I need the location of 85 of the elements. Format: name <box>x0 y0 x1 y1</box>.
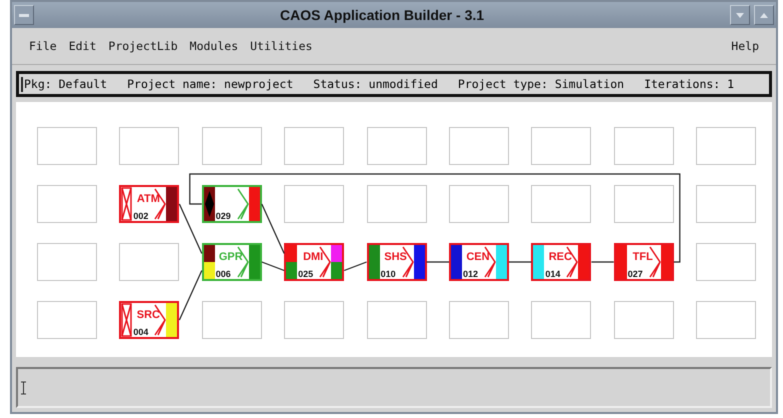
module-name: SRC <box>136 309 160 321</box>
empty-slot[interactable] <box>614 301 674 339</box>
module-number: 012 <box>462 269 478 279</box>
window-title: CAOS Application Builder - 3.1 <box>278 7 486 23</box>
module-name: CEN <box>466 251 490 263</box>
empty-slot[interactable] <box>119 243 180 281</box>
port[interactable] <box>204 187 215 221</box>
empty-slot[interactable] <box>284 127 344 165</box>
port[interactable] <box>204 245 215 262</box>
empty-slot[interactable] <box>284 301 344 339</box>
module-number: 027 <box>628 269 643 279</box>
module-block[interactable]: GPR 006 <box>202 243 262 281</box>
cross-icon <box>121 187 132 221</box>
up-triangle-icon <box>760 12 768 18</box>
empty-slot[interactable] <box>448 301 509 339</box>
module-block[interactable]: SRC 004 <box>119 301 180 339</box>
empty-slot[interactable] <box>284 185 344 223</box>
empty-slot[interactable] <box>37 243 97 281</box>
empty-slot[interactable] <box>614 127 674 165</box>
module-block[interactable]: SHS 010 <box>366 243 427 281</box>
info-text: Project name: newproject <box>127 77 294 91</box>
menu-item[interactable]: ProjectLib <box>103 37 183 55</box>
info-text: Pkg: Default <box>24 77 108 91</box>
module-name: DMI <box>302 251 324 263</box>
port[interactable] <box>660 245 672 279</box>
module-name: ATM <box>136 193 160 205</box>
cross-icon <box>121 303 132 337</box>
module-number: 004 <box>133 327 148 337</box>
empty-slot[interactable] <box>366 185 427 223</box>
empty-slot[interactable] <box>696 301 756 339</box>
empty-slot[interactable] <box>696 243 756 281</box>
module-name: GPR <box>218 251 243 263</box>
port[interactable] <box>166 303 178 337</box>
module-number: 002 <box>133 211 148 221</box>
maximize-button[interactable] <box>754 5 774 25</box>
empty-slot[interactable] <box>366 301 427 339</box>
module-number: 029 <box>216 211 231 221</box>
port[interactable] <box>248 187 260 221</box>
empty-slot[interactable] <box>531 127 592 165</box>
module-number: 006 <box>216 269 231 279</box>
port[interactable] <box>248 245 260 279</box>
port[interactable] <box>286 262 298 279</box>
port[interactable] <box>414 245 425 279</box>
connector-line <box>178 270 202 320</box>
bar-icon <box>19 14 29 16</box>
text-cursor <box>21 76 23 92</box>
empty-slot[interactable] <box>37 127 97 165</box>
chevron-icon <box>236 187 249 221</box>
module-number: 025 <box>298 269 314 279</box>
empty-slot[interactable] <box>448 185 509 223</box>
window-menu-button[interactable] <box>14 5 34 25</box>
module-name: TFL <box>632 251 654 263</box>
text-cursor-icon <box>21 380 26 394</box>
empty-slot[interactable] <box>119 127 180 165</box>
module-block[interactable]: ATM 002 <box>119 185 180 223</box>
module-name: SHS <box>384 251 408 263</box>
menu-item[interactable]: Edit <box>64 37 102 55</box>
menu-item[interactable]: Utilities <box>245 37 318 55</box>
module-block[interactable]: DMI 025 <box>284 243 344 281</box>
module-block[interactable]: TFL 027 <box>614 243 674 281</box>
empty-slot[interactable] <box>37 185 97 223</box>
module-number: 014 <box>545 269 560 279</box>
empty-slot[interactable] <box>696 185 756 223</box>
empty-slot[interactable] <box>696 127 756 165</box>
empty-slot[interactable] <box>202 127 262 165</box>
menu-item[interactable]: File <box>24 37 62 55</box>
module-number: 010 <box>380 269 396 279</box>
info-text: Project type: Simulation <box>458 77 624 91</box>
module-name: REC <box>548 251 572 263</box>
empty-slot[interactable] <box>614 185 674 223</box>
minimize-button[interactable] <box>730 5 750 25</box>
empty-slot[interactable] <box>366 127 427 165</box>
empty-slot[interactable] <box>448 127 509 165</box>
empty-slot[interactable] <box>531 185 592 223</box>
port[interactable] <box>286 245 298 262</box>
menu-item[interactable]: Modules <box>184 37 244 55</box>
module-block[interactable]: 029 <box>202 185 262 223</box>
empty-slot[interactable] <box>531 301 592 339</box>
empty-slot[interactable] <box>37 301 97 339</box>
help-menu[interactable]: Help <box>726 37 764 55</box>
info-text: Status: unmodified <box>313 77 438 91</box>
down-triangle-icon <box>736 12 744 18</box>
empty-slot[interactable] <box>202 301 262 339</box>
diamond-icon <box>204 191 214 217</box>
info-text: Iterations: 1 <box>644 77 734 91</box>
